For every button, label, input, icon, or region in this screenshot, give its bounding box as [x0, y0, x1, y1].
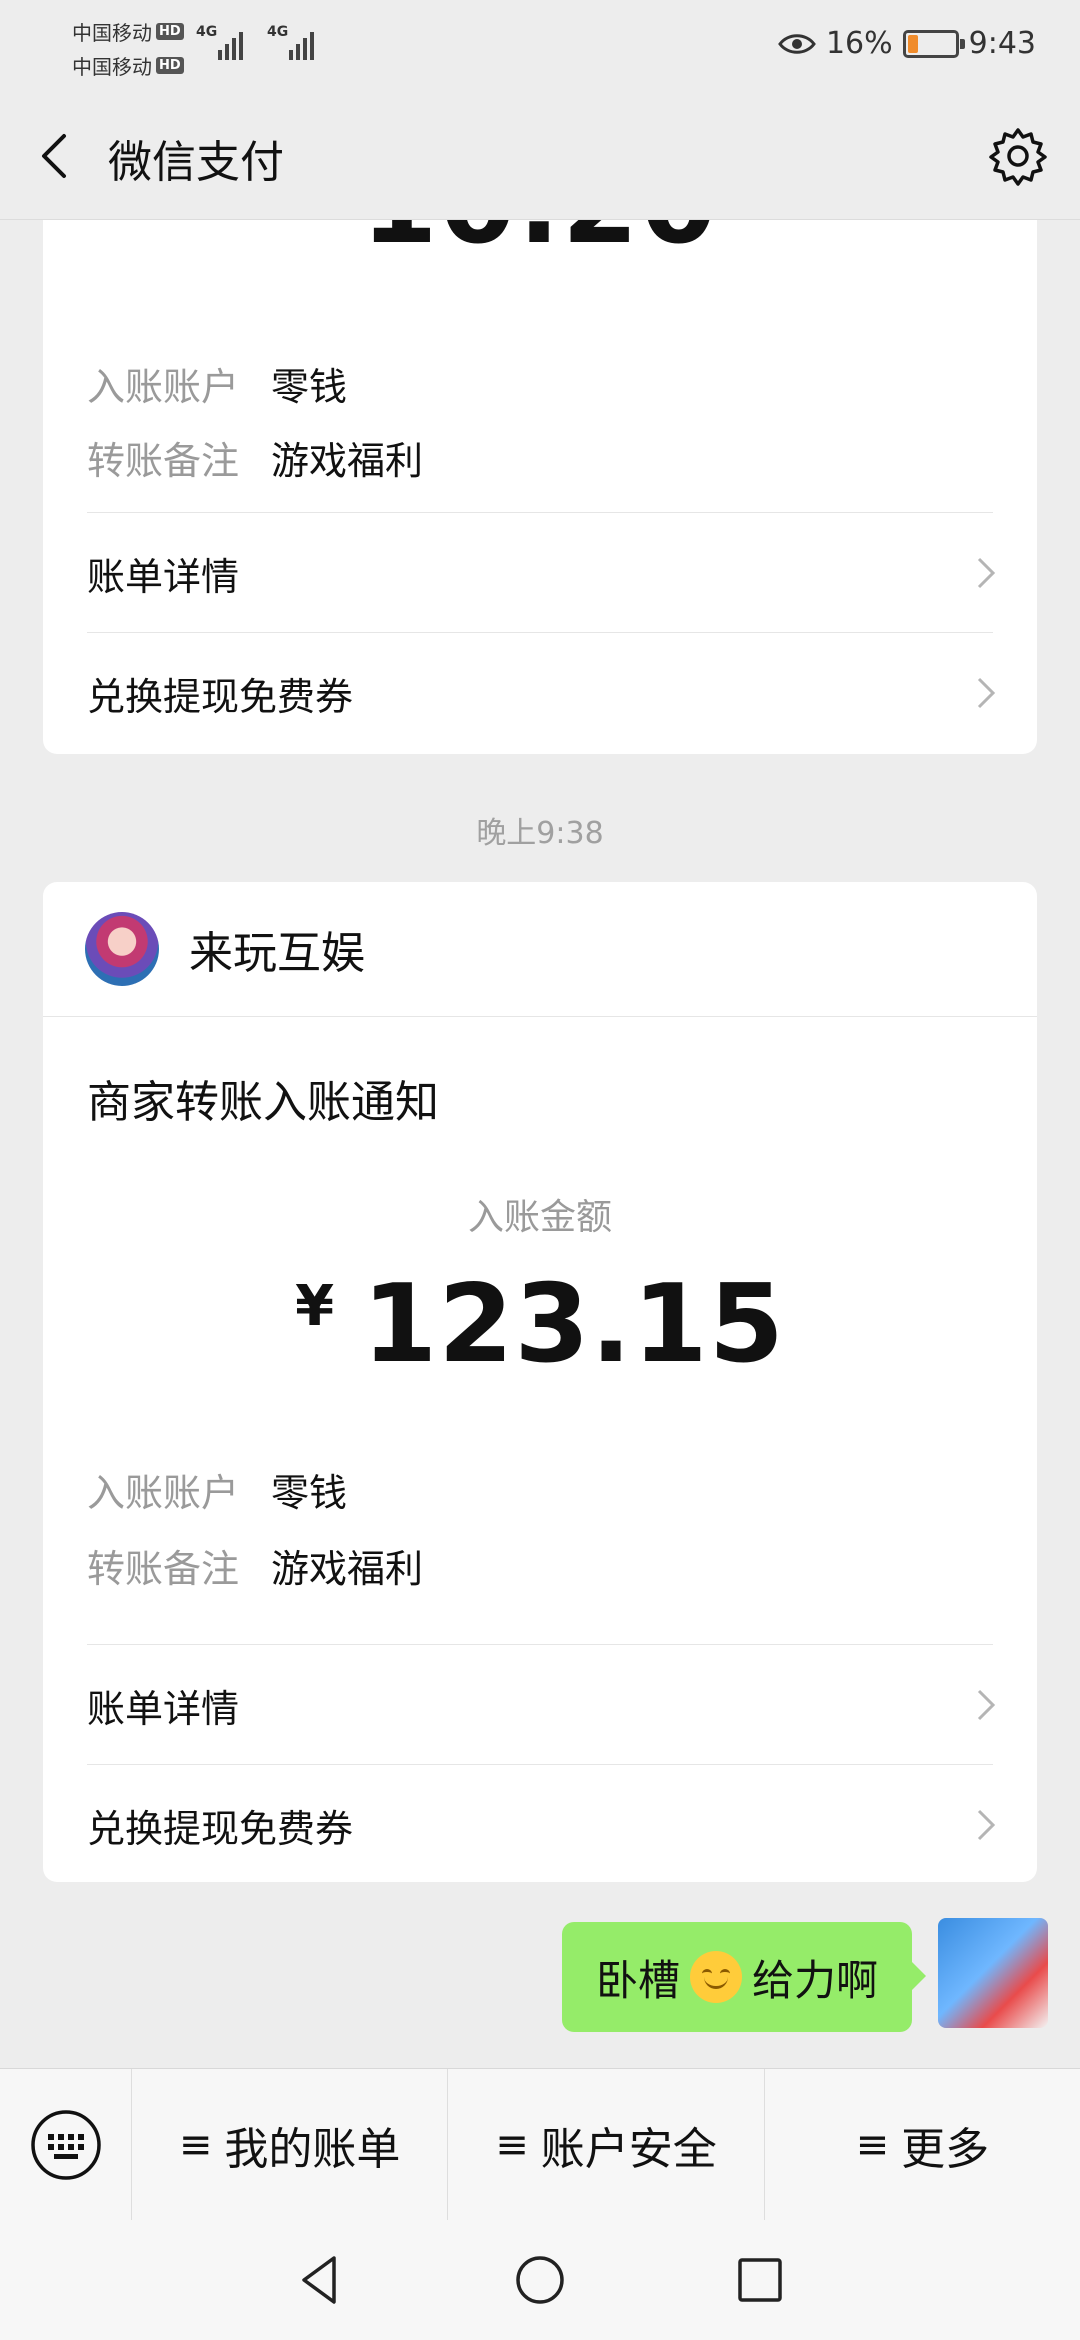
carrier-name-1: 中国移动 [72, 20, 152, 45]
message-timestamp: 晚上9:38 [476, 816, 604, 851]
keyboard-toggle-button[interactable] [0, 2068, 132, 2221]
remark-value: 游戏福利 [271, 439, 424, 483]
chat-text-after: 给力啊 [751, 1955, 878, 2005]
chat-text-before: 卧槽 [595, 1955, 680, 2005]
chevron-right-icon [977, 1689, 996, 1721]
previous-transfer-card: 10.20 入账账户 零钱 转账备注 游戏福利 账单详情 兑换提现免费券 [43, 220, 1037, 754]
exchange-coupon-link[interactable]: 兑换提现免费券 [87, 634, 997, 752]
bill-details-label: 账单详情 [87, 1686, 240, 1731]
remark-row: 转账备注 游戏福利 [87, 430, 423, 485]
merchant-name: 来玩互娱 [189, 928, 365, 979]
bill-details-link[interactable]: 账单详情 [87, 514, 997, 632]
merchant-header[interactable]: 来玩互娱 [43, 882, 1037, 1017]
account-label: 入账账户 [87, 365, 240, 409]
bill-details-label: 账单详情 [87, 554, 240, 599]
status-bar: 中国移动 HD 中国移动 HD 4G 4G 16% 9:43 [0, 0, 1080, 96]
battery-icon [902, 29, 965, 58]
chevron-right-icon [977, 677, 996, 709]
menu-account-security[interactable]: ≡ 账户安全 [448, 2068, 765, 2221]
currency-symbol: ¥ [295, 1274, 335, 1339]
divider [87, 1644, 993, 1645]
previous-amount: 10.20 [43, 220, 1037, 268]
menu-account-security-label: 账户安全 [540, 2123, 717, 2175]
account-row: 入账账户 零钱 [87, 356, 347, 411]
exchange-coupon-link[interactable]: 兑换提现免费券 [87, 1766, 997, 1882]
bill-details-link[interactable]: 账单详情 [87, 1646, 997, 1764]
carrier-name-2: 中国移动 [72, 54, 152, 79]
signal-icon-2: 4G [267, 24, 314, 60]
amount-display: ¥123.15 [43, 1262, 1037, 1387]
exchange-coupon-label: 兑换提现免费券 [87, 674, 354, 719]
user-avatar[interactable] [938, 1918, 1048, 2028]
divider [87, 632, 993, 633]
notice-title: 商家转账入账通知 [87, 1077, 439, 1128]
recents-square-icon[interactable] [730, 2250, 790, 2310]
keyboard-icon [30, 2109, 101, 2180]
menu-my-bills[interactable]: ≡ 我的账单 [132, 2068, 449, 2221]
exchange-coupon-label: 兑换提现免费券 [87, 1806, 354, 1851]
service-menu-bar: ≡ 我的账单 ≡ 账户安全 ≡ 更多 [0, 2068, 1080, 2221]
gear-icon[interactable] [986, 124, 1050, 188]
account-label: 入账账户 [87, 1471, 240, 1515]
eye-icon [778, 33, 816, 54]
divider [87, 1764, 993, 1765]
remark-label: 转账备注 [87, 1547, 240, 1591]
hd-badge-2: HD [156, 56, 184, 74]
remark-value: 游戏福利 [271, 1547, 424, 1591]
amount-label: 入账金额 [467, 1197, 612, 1238]
nav-bar: 微信支付 [0, 96, 1080, 220]
account-value: 零钱 [271, 365, 348, 409]
system-nav-bar [0, 2220, 1080, 2340]
menu-more-label: 更多 [901, 2123, 990, 2175]
signal-icon-1: 4G [196, 24, 243, 60]
smile-emoji-icon [689, 1951, 742, 2003]
menu-my-bills-label: 我的账单 [224, 2123, 401, 2175]
chevron-right-icon [977, 557, 996, 589]
menu-list-icon: ≡ [855, 2121, 890, 2168]
page-title: 微信支付 [108, 137, 284, 188]
signal-indicators: 4G 4G [196, 24, 314, 60]
clock: 9:43 [968, 26, 1036, 61]
chat-bubble[interactable]: 卧槽 给力啊 [561, 1922, 927, 2032]
menu-more[interactable]: ≡ 更多 [765, 2069, 1080, 2221]
carrier-info: 中国移动 HD 中国移动 HD [72, 14, 184, 82]
hd-badge-1: HD [156, 22, 184, 40]
chevron-right-icon [977, 1809, 996, 1841]
battery-percent: 16% [825, 26, 893, 61]
merchant-avatar [85, 912, 159, 986]
back-arrow-icon[interactable] [30, 124, 80, 188]
account-value: 零钱 [271, 1471, 348, 1515]
remark-label: 转账备注 [87, 439, 240, 483]
menu-list-icon: ≡ [178, 2121, 213, 2168]
remark-row: 转账备注 游戏福利 [87, 1538, 423, 1593]
account-row: 入账账户 零钱 [87, 1462, 347, 1517]
transfer-notification-card[interactable]: 来玩互娱 商家转账入账通知 入账金额 ¥123.15 入账账户 零钱 转账备注 … [43, 882, 1037, 1882]
menu-list-icon: ≡ [495, 2121, 529, 2168]
home-circle-icon[interactable] [510, 2250, 570, 2310]
divider [87, 512, 993, 513]
back-triangle-icon[interactable] [290, 2250, 350, 2310]
status-right: 16% 9:43 [778, 26, 1036, 61]
amount-value: 123.15 [362, 1262, 785, 1387]
